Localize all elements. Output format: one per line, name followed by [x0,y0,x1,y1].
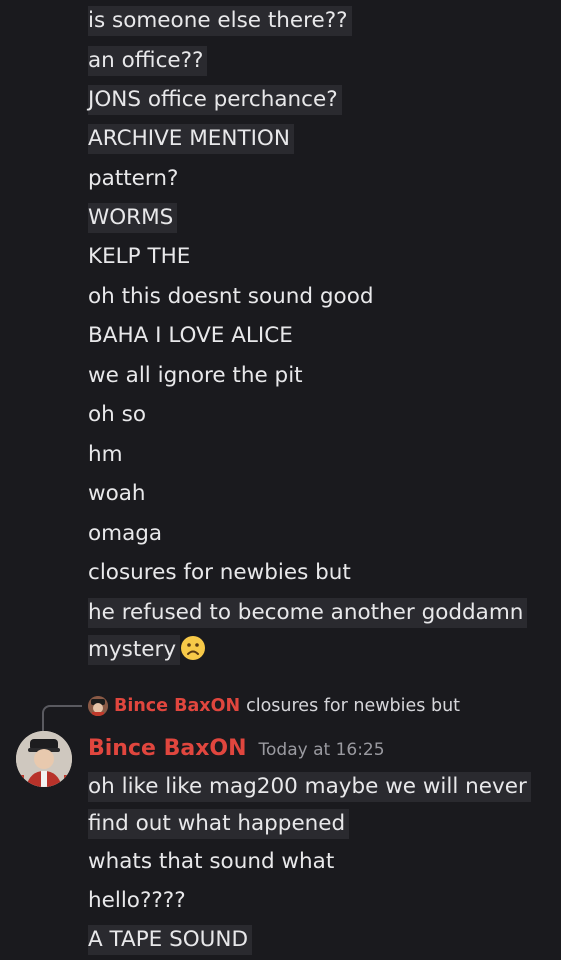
message-text: whats that sound what [88,849,335,874]
message-line[interactable]: whats that sound what [88,848,334,876]
avatar[interactable] [16,731,72,787]
message-text: BAHA I LOVE ALICE [88,323,293,348]
message-header: Bince BaxON Today at 16:25 [88,736,385,761]
author-name[interactable]: Bince BaxON [88,736,247,761]
message-text: omaga [88,521,163,546]
message-line[interactable]: ARCHIVE MENTION [88,124,290,154]
message-text: WORMS [88,203,174,233]
message-text: oh like like mag200 maybe we will never [88,772,527,802]
message-text: oh this doesnt sound good [88,284,374,309]
message-text: pattern? [88,166,179,191]
message-line[interactable]: find out what happened [88,809,346,839]
message-line[interactable]: he refused to become another goddamn [88,598,524,628]
message-text: he refused to become another goddamn [88,598,524,628]
message-line[interactable]: is someone else there?? [88,6,348,36]
timestamp[interactable]: Today at 16:25 [259,740,385,760]
message-line[interactable]: closures for newbies but [88,559,351,587]
message-line[interactable]: omaga [88,520,162,548]
message-text: ARCHIVE MENTION [88,124,290,154]
message-text: woah [88,481,146,506]
message-line[interactable]: KELP THE [88,243,190,271]
reply-reference[interactable]: Bince BaxON closures for newbies but [88,694,460,718]
chat-log: is someone else there?? an office?? JONS… [0,0,561,960]
message-text: A TAPE SOUND [88,925,249,955]
message-text: closures for newbies but [88,560,351,585]
message-text: KELP THE [88,244,191,269]
message-line[interactable]: BAHA I LOVE ALICE [88,322,293,350]
message-text: is someone else there?? [88,6,348,36]
message-text: JONS office perchance? [88,85,338,115]
message-line[interactable]: we all ignore the pit [88,362,303,390]
message-line[interactable]: WORMS [88,203,174,233]
message-text: find out what happened [88,809,346,839]
message-line[interactable]: A TAPE SOUND [88,925,249,955]
message-line[interactable]: oh this doesnt sound good [88,283,374,311]
message-line[interactable]: woah [88,480,146,508]
message-text: an office?? [88,46,204,76]
message-text: we all ignore the pit [88,363,303,388]
message-line[interactable]: oh so [88,401,146,429]
message-line[interactable]: an office?? [88,46,204,76]
reply-author[interactable]: Bince BaxON [114,694,240,718]
message-line[interactable]: JONS office perchance? [88,85,338,115]
message-text: mystery [88,635,177,665]
message-line[interactable]: hello???? [88,887,186,915]
message-line[interactable]: mystery [88,635,206,665]
frowning-face-emoji-icon[interactable] [180,635,206,661]
message-text: hello???? [88,888,186,913]
message-line[interactable]: hm [88,441,123,469]
message-text: oh so [88,402,146,427]
reply-avatar[interactable] [88,696,108,716]
message-line[interactable]: oh like like mag200 maybe we will never [88,772,527,802]
message-text: hm [88,442,123,467]
reply-spine [42,705,82,731]
message-line[interactable]: pattern? [88,165,178,193]
reply-text[interactable]: closures for newbies but [246,694,460,718]
